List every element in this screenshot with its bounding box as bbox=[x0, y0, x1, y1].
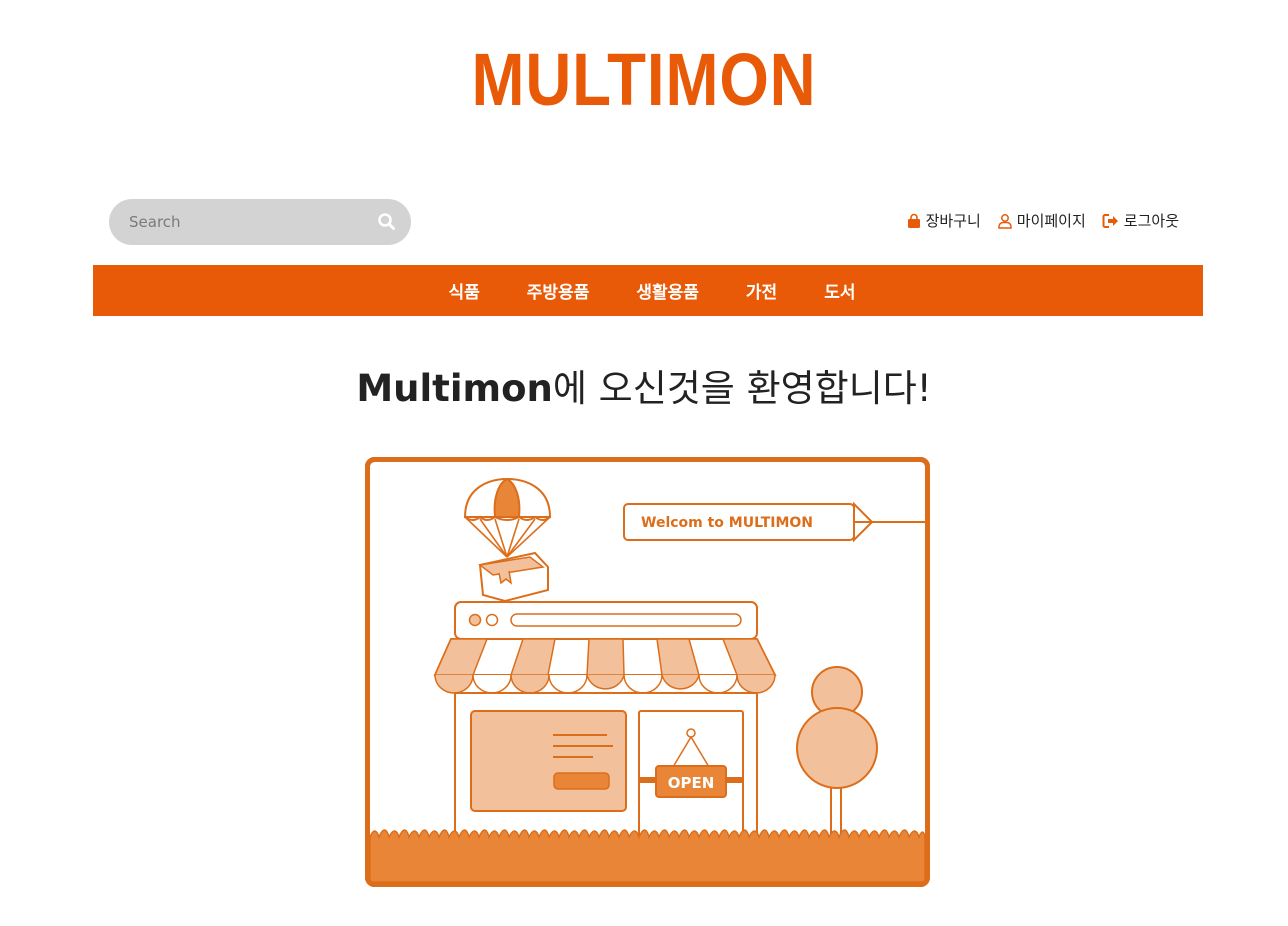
store-awning bbox=[433, 638, 777, 694]
utility-links: 장바구니 마이페이지 로그아웃 bbox=[906, 210, 1179, 231]
sign-out-icon bbox=[1102, 213, 1118, 228]
storefront-illustration: Welcom to MULTIMON OPEN bbox=[365, 457, 930, 887]
nav-item-books[interactable]: 도서 bbox=[824, 278, 855, 303]
welcome-text: 에 오신것을 환영합니다! bbox=[552, 367, 932, 410]
category-nav: 식품 주방용품 생활용품 가전 도서 bbox=[93, 265, 1203, 316]
store-window bbox=[470, 710, 627, 812]
shopping-bag-icon bbox=[907, 213, 920, 228]
mypage-link[interactable]: 마이페이지 bbox=[997, 210, 1086, 231]
logout-label: 로그아웃 bbox=[1123, 212, 1179, 230]
grass bbox=[369, 829, 926, 883]
search-input[interactable] bbox=[109, 199, 369, 245]
search-button[interactable] bbox=[375, 210, 399, 234]
hero-illustration: Welcom to MULTIMON OPEN bbox=[365, 457, 930, 887]
open-sign-text: OPEN bbox=[668, 774, 715, 792]
page: MULTIMON 장바구니 마이페이지 bbox=[0, 0, 1288, 926]
nav-item-kitchen[interactable]: 주방용품 bbox=[527, 278, 590, 303]
nav-item-appliances[interactable]: 가전 bbox=[746, 278, 777, 303]
nav-item-household[interactable]: 생활용품 bbox=[636, 278, 699, 303]
logout-link[interactable]: 로그아웃 bbox=[1102, 210, 1179, 231]
banner-text: Welcom to MULTIMON bbox=[641, 515, 813, 531]
welcome-heading: Multimon에 오신것을 환영합니다! bbox=[0, 362, 1288, 416]
user-icon bbox=[998, 213, 1012, 229]
mypage-label: 마이페이지 bbox=[1016, 212, 1086, 230]
cart-link[interactable]: 장바구니 bbox=[906, 210, 981, 231]
welcome-brand: Multimon bbox=[356, 367, 553, 410]
site-logo[interactable]: MULTIMON bbox=[90, 40, 1198, 120]
nav-item-food[interactable]: 식품 bbox=[449, 278, 480, 303]
search-box bbox=[109, 199, 411, 245]
search-icon bbox=[378, 213, 395, 230]
cart-label: 장바구니 bbox=[925, 212, 981, 230]
